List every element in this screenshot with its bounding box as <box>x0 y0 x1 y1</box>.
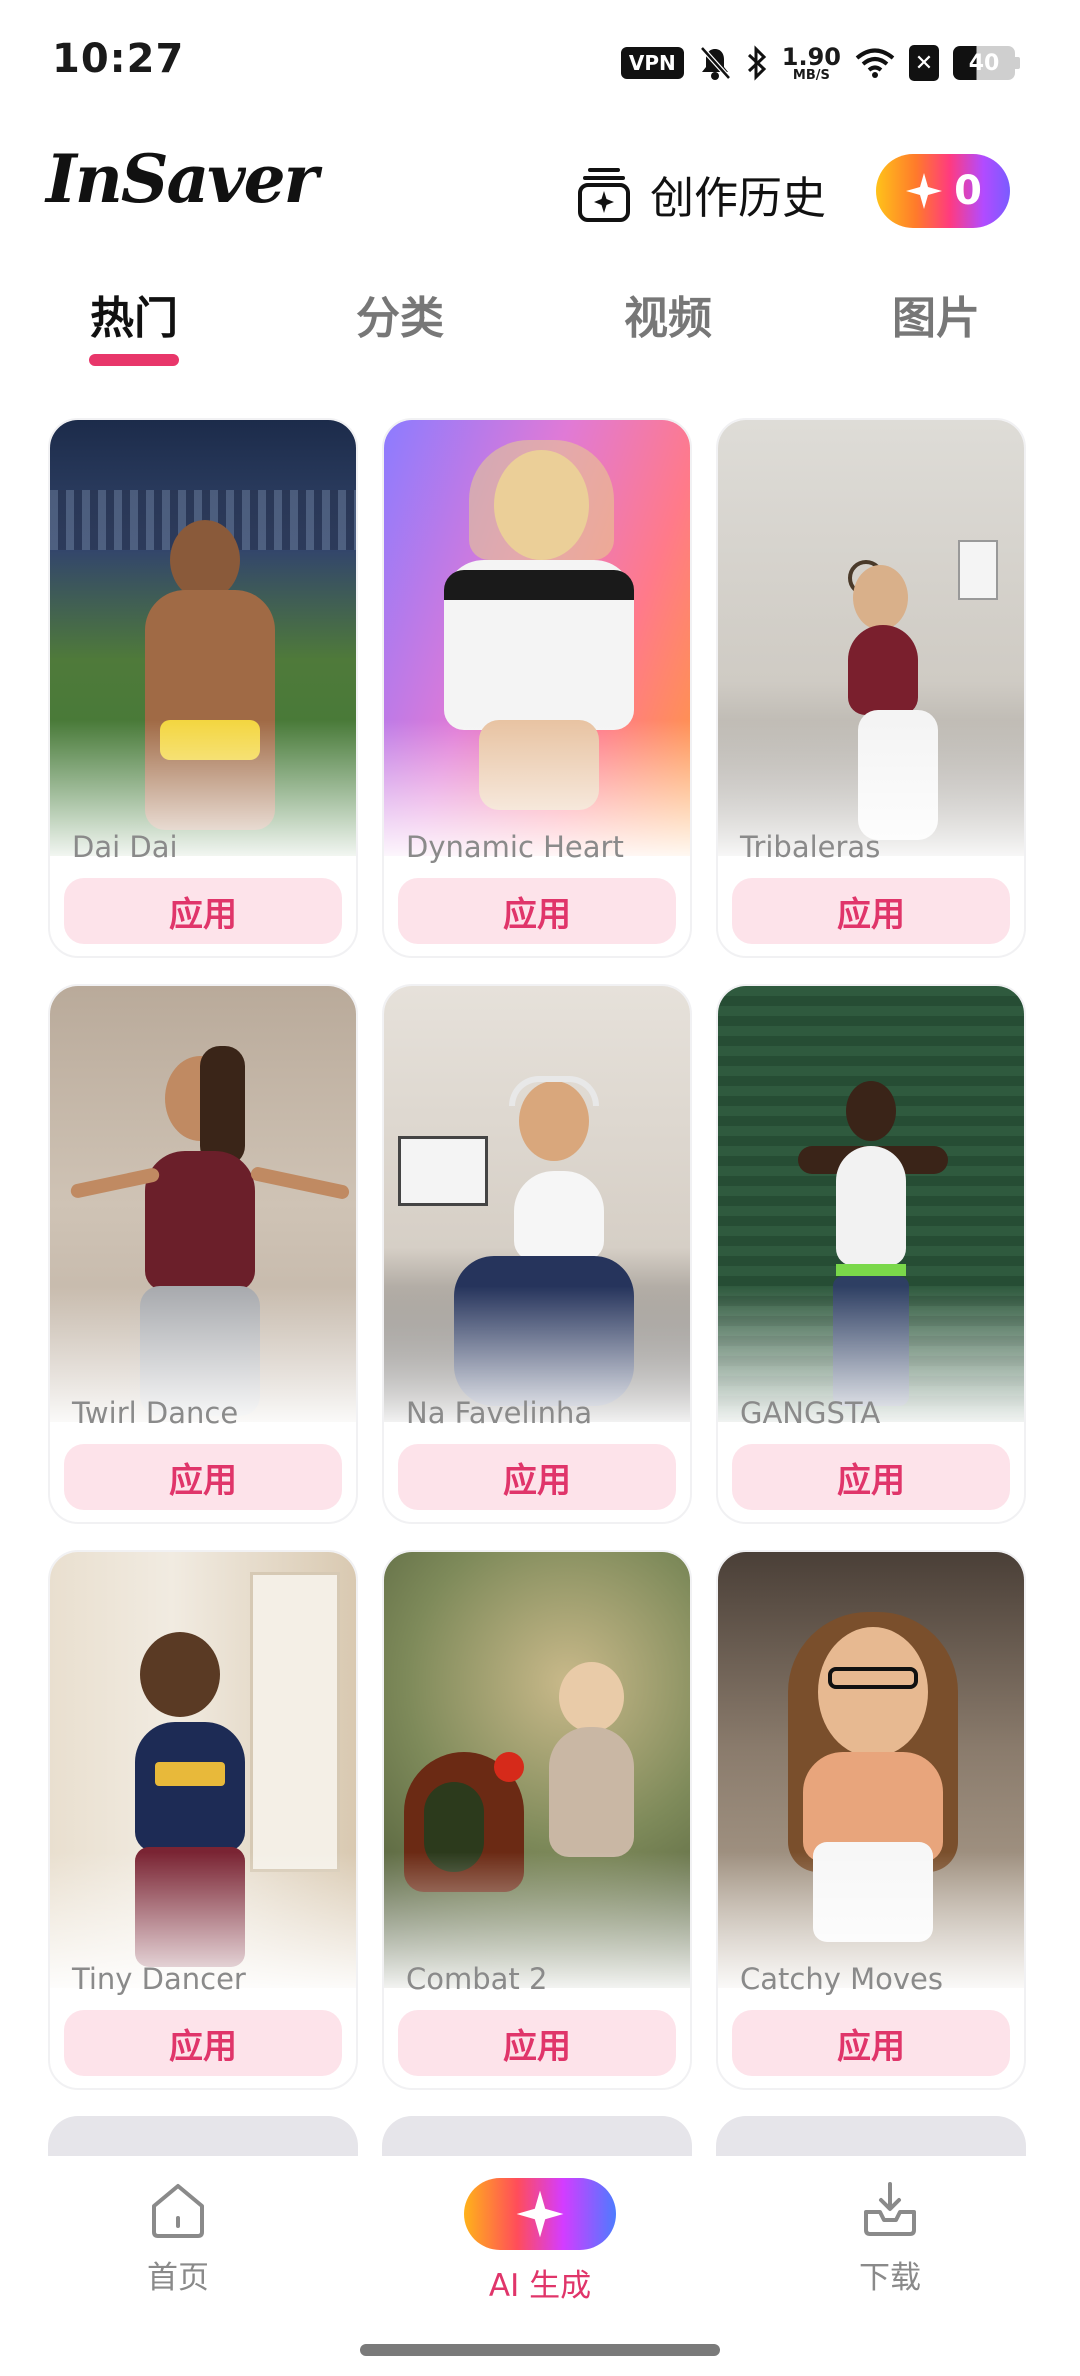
apply-button[interactable]: 应用 <box>64 878 342 944</box>
apply-button[interactable]: 应用 <box>398 878 676 944</box>
template-card[interactable]: Tribaleras 应用 <box>716 418 1026 958</box>
sparkle-icon <box>906 173 943 209</box>
template-title: Catchy Moves <box>740 1962 943 1996</box>
template-card[interactable]: GANGSTA 应用 <box>716 984 1026 1524</box>
nav-home-label: 首页 <box>147 2260 209 2296</box>
template-title: Tribaleras <box>740 830 881 864</box>
nav-download-label: 下载 <box>859 2260 921 2296</box>
nav-download[interactable]: 下载 <box>770 2178 1010 2297</box>
apply-button[interactable]: 应用 <box>732 878 1010 944</box>
vpn-icon: VPN <box>620 47 684 79</box>
tab-image[interactable]: 图片 <box>846 282 1026 346</box>
credits-button[interactable]: 0 <box>876 154 1010 228</box>
category-tabs: 热门 分类 视频 图片 <box>0 282 1080 372</box>
nav-ai-label: AI 生成 <box>488 2268 592 2304</box>
apply-button[interactable]: 应用 <box>732 1444 1010 1510</box>
bottom-navigation: 首页 AI 生成 下载 <box>0 2156 1080 2376</box>
template-title: GANGSTA <box>740 1396 881 1430</box>
history-label: 创作历史 <box>650 173 826 224</box>
sparkle-icon <box>516 2190 564 2238</box>
battery-icon: 40 <box>953 46 1020 80</box>
template-title: Tiny Dancer <box>72 1962 246 1996</box>
app-header: InSaver 创作历史 0 <box>0 140 1080 250</box>
template-card[interactable]: Twirl Dance 应用 <box>48 984 358 1524</box>
status-icons: VPN 1.90 MB/S ✕ 40 <box>620 38 1020 88</box>
nav-home[interactable]: 首页 <box>58 2178 298 2297</box>
template-card[interactable]: Catchy Moves 应用 <box>716 1550 1026 2090</box>
apply-button[interactable]: 应用 <box>64 2010 342 2076</box>
home-icon <box>152 2184 204 2238</box>
nav-ai-generate[interactable]: AI 生成 <box>420 2178 660 2305</box>
mute-icon <box>699 46 731 80</box>
home-indicator[interactable] <box>360 2344 720 2356</box>
status-bar: 10:27 VPN 1.90 MB/S ✕ 40 <box>0 0 1080 120</box>
creation-history-button[interactable]: 创作历史 <box>576 162 826 226</box>
template-title: Na Favelinha <box>406 1396 593 1430</box>
apply-button[interactable]: 应用 <box>732 2010 1010 2076</box>
template-card[interactable]: Dai Dai 应用 <box>48 418 358 958</box>
history-stack-icon <box>578 168 630 222</box>
active-tab-indicator <box>89 354 179 366</box>
status-time: 10:27 <box>52 36 185 82</box>
apply-button[interactable]: 应用 <box>398 1444 676 1510</box>
template-card[interactable]: Dynamic Heart 应用 <box>382 418 692 958</box>
template-title: Dynamic Heart <box>406 830 624 864</box>
template-card[interactable]: Na Favelinha 应用 <box>382 984 692 1524</box>
template-card[interactable]: Combat 2 应用 <box>382 1550 692 2090</box>
apply-button[interactable]: 应用 <box>398 2010 676 2076</box>
tab-category[interactable]: 分类 <box>310 282 490 346</box>
credits-count: 0 <box>954 168 982 214</box>
template-card[interactable]: Tiny Dancer 应用 <box>48 1550 358 2090</box>
app-logo: InSaver <box>46 140 318 218</box>
template-title: Dai Dai <box>72 830 178 864</box>
ai-generate-pill <box>464 2178 616 2250</box>
template-title: Twirl Dance <box>72 1396 239 1430</box>
wifi-icon <box>855 48 895 78</box>
bluetooth-icon <box>747 45 766 81</box>
apply-button[interactable]: 应用 <box>64 1444 342 1510</box>
network-speed: 1.90 MB/S <box>781 42 841 83</box>
tab-video[interactable]: 视频 <box>578 282 758 346</box>
download-icon <box>864 2182 916 2236</box>
template-title: Combat 2 <box>406 1962 548 1996</box>
tab-hot[interactable]: 热门 <box>44 282 224 346</box>
notification-x-icon: ✕ <box>909 45 939 81</box>
